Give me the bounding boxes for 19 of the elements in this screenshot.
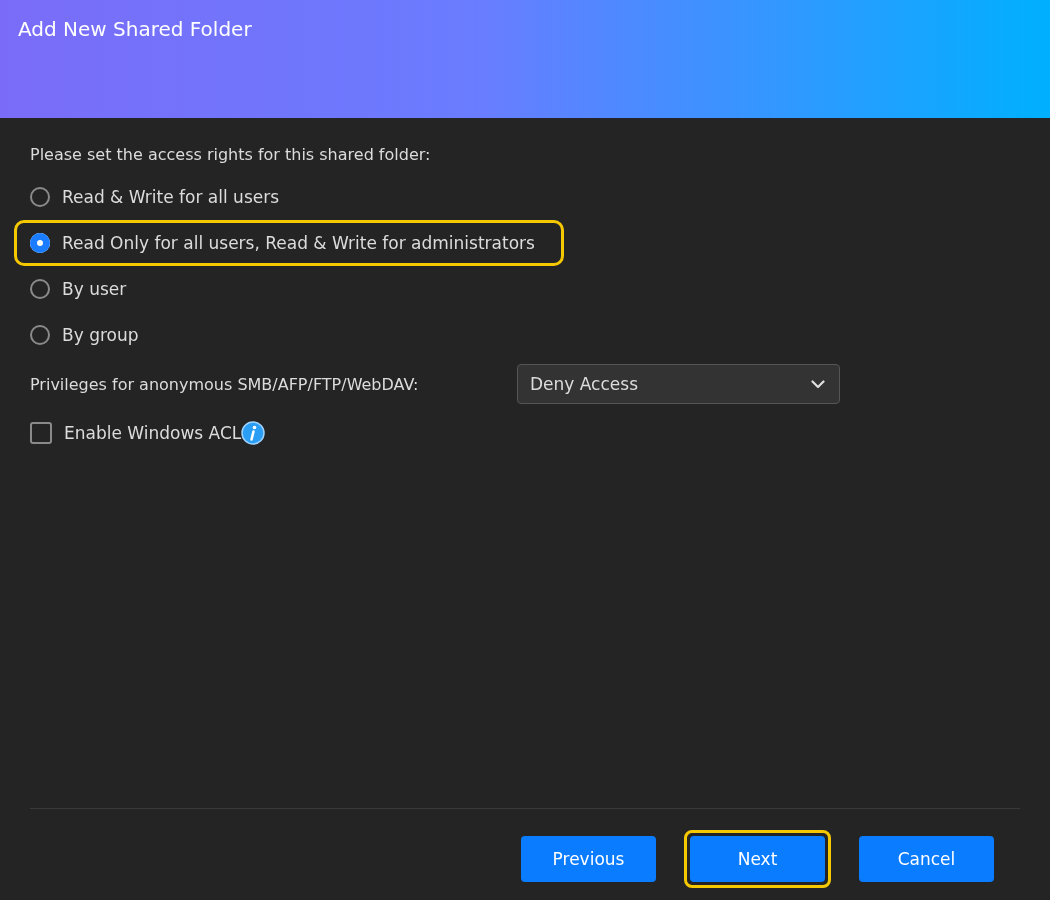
field-label: Privileges for anonymous SMB/AFP/FTP/WebDAV: [30,374,420,394]
dialog-button[interactable]: Next [690,836,825,882]
radio-label[interactable]: Read & Write for all users [62,187,280,207]
chevron-down-icon [811,379,825,389]
window-title: Add New Shared Folder [18,17,252,41]
radio-label[interactable]: Read Only for all users, Read & Write for administrators [62,233,535,253]
info-icon[interactable] [241,421,266,445]
dialog-button[interactable]: Previous [521,836,656,882]
checkbox-label[interactable]: Enable Windows ACL [64,423,242,443]
radio-button[interactable] [30,233,50,253]
radio-button[interactable] [30,325,50,345]
radio-label[interactable]: By user [62,279,127,299]
instruction-text: Please set the access rights for this shared folder: [30,145,432,164]
radio-button[interactable] [30,187,50,207]
checkbox[interactable] [30,422,52,444]
dialog-button[interactable]: Cancel [859,836,994,882]
privileges-dropdown[interactable]: Deny Access [517,364,840,404]
radio-label[interactable]: By group [62,325,139,345]
radio-button[interactable] [30,279,50,299]
